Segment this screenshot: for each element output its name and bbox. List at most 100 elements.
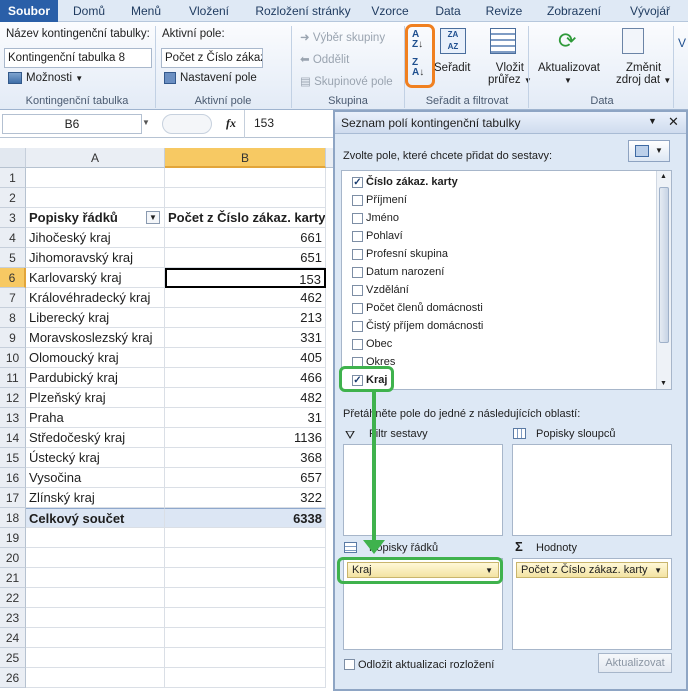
group-selection-button[interactable]: ➜ Výběr skupiny — [300, 30, 385, 44]
pivot-row-value[interactable]: 651 — [165, 248, 326, 268]
pivot-row-value[interactable]: 331 — [165, 328, 326, 348]
pivot-row-value[interactable]: 213 — [165, 308, 326, 328]
pivot-row-value[interactable]: 153 — [165, 268, 326, 288]
row-header[interactable]: 12 — [0, 388, 26, 408]
row-header[interactable]: 1 — [0, 168, 26, 188]
row-header[interactable]: 16 — [0, 468, 26, 488]
chevron-up-icon[interactable]: ▲ — [660, 173, 667, 180]
field-item[interactable]: Počet členů domácnosti — [352, 299, 483, 317]
empty-cell[interactable] — [26, 168, 165, 188]
pivot-row-label[interactable]: Moravskoslezský kraj — [26, 328, 165, 348]
pivot-total-label[interactable]: Celkový součet — [26, 508, 165, 528]
row-header[interactable]: 13 — [0, 408, 26, 428]
sort-az-icon[interactable]: A Z↓ — [412, 30, 423, 50]
pivot-header-values[interactable]: Počet z Číslo zákaz. karty — [165, 208, 326, 228]
tab-developer[interactable]: Vývojář — [622, 0, 678, 22]
pivot-row-label[interactable]: Karlovarský kraj — [26, 268, 165, 288]
field-settings-button[interactable]: Nastavení pole — [164, 72, 257, 84]
sort-za-icon[interactable]: Z A↓ — [412, 58, 424, 78]
checkbox-icon[interactable] — [352, 194, 363, 206]
pivot-row-label[interactable]: Středočeský kraj — [26, 428, 165, 448]
empty-cell[interactable] — [165, 628, 326, 648]
pivot-row-value[interactable]: 482 — [165, 388, 326, 408]
row-header[interactable]: 10 — [0, 348, 26, 368]
slicer-button[interactable]: Vložitprůřez ▼ — [488, 62, 532, 86]
pivot-row-label[interactable]: Praha — [26, 408, 165, 428]
empty-cell[interactable] — [165, 548, 326, 568]
row-header[interactable]: 22 — [0, 588, 26, 608]
select-all-corner[interactable] — [0, 148, 26, 168]
row-header[interactable]: 19 — [0, 528, 26, 548]
filter-area-box[interactable] — [343, 444, 503, 536]
column-header-b[interactable]: B — [165, 148, 326, 168]
ungroup-button[interactable]: ⬅ Oddělit — [300, 52, 349, 66]
pivot-header-rows[interactable]: Popisky řádků ▼ — [26, 208, 165, 228]
empty-cell[interactable] — [26, 608, 165, 628]
pivot-row-label[interactable]: Ústecký kraj — [26, 448, 165, 468]
row-header[interactable]: 15 — [0, 448, 26, 468]
pivot-row-label[interactable]: Liberecký kraj — [26, 308, 165, 328]
empty-cell[interactable] — [165, 528, 326, 548]
active-field-value[interactable]: Počet z Číslo zákaz. — [161, 48, 263, 68]
row-header[interactable]: 4 — [0, 228, 26, 248]
empty-cell[interactable] — [26, 528, 165, 548]
checkbox-icon[interactable] — [352, 284, 363, 296]
tab-data[interactable]: Data — [432, 0, 464, 22]
empty-cell[interactable] — [26, 628, 165, 648]
defer-update-checkbox[interactable]: Odložit aktualizaci rozložení — [344, 657, 494, 671]
row-header[interactable]: 3 — [0, 208, 26, 228]
empty-cell[interactable] — [26, 188, 165, 208]
values-field-item[interactable]: Počet z Číslo zákaz. karty ▼ — [516, 562, 668, 578]
field-item[interactable]: Příjmení — [352, 191, 407, 209]
empty-cell[interactable] — [165, 648, 326, 668]
tab-menu[interactable]: Menů — [126, 0, 166, 22]
chevron-down-icon[interactable]: ▼ — [142, 118, 150, 127]
field-item[interactable]: Vzdělání — [352, 281, 409, 299]
row-header[interactable]: 14 — [0, 428, 26, 448]
field-item[interactable]: Pohlaví — [352, 227, 403, 245]
filter-dropdown-icon[interactable]: ▼ — [146, 211, 160, 224]
empty-cell[interactable] — [26, 648, 165, 668]
pivot-row-label[interactable]: Jihočeský kraj — [26, 228, 165, 248]
checkbox-checked-icon[interactable]: ✓ — [352, 176, 363, 188]
empty-cell[interactable] — [26, 568, 165, 588]
empty-cell[interactable] — [165, 188, 326, 208]
pivot-row-label[interactable]: Olomoucký kraj — [26, 348, 165, 368]
checkbox-icon[interactable] — [352, 338, 363, 350]
tab-insert[interactable]: Vložení — [184, 0, 234, 22]
field-item[interactable]: Čistý příjem domácnosti — [352, 317, 483, 335]
row-header[interactable]: 11 — [0, 368, 26, 388]
name-box[interactable]: B6 — [2, 114, 142, 134]
field-item[interactable]: ✓ Číslo zákaz. karty — [352, 173, 458, 191]
field-item[interactable]: Obec — [352, 335, 392, 353]
field-list-scrollbar[interactable]: ▲ ▼ — [656, 171, 671, 389]
pivot-row-label[interactable]: Vysočina — [26, 468, 165, 488]
tab-formulas[interactable]: Vzorce — [368, 0, 412, 22]
pivot-row-value[interactable]: 368 — [165, 448, 326, 468]
row-header[interactable]: 7 — [0, 288, 26, 308]
pivot-row-label[interactable]: Zlínský kraj — [26, 488, 165, 508]
empty-cell[interactable] — [165, 168, 326, 188]
update-button[interactable]: Aktualizovat — [598, 653, 672, 673]
empty-cell[interactable] — [165, 668, 326, 688]
column-header-a[interactable]: A — [26, 148, 165, 168]
empty-cell[interactable] — [165, 588, 326, 608]
pivot-row-label[interactable]: Plzeňský kraj — [26, 388, 165, 408]
fx-icon[interactable]: fx — [226, 116, 236, 131]
row-header[interactable]: 18 — [0, 508, 26, 528]
row-header[interactable]: 17 — [0, 488, 26, 508]
checkbox-icon[interactable] — [352, 302, 363, 314]
row-header[interactable]: 26 — [0, 668, 26, 688]
row-header[interactable]: 9 — [0, 328, 26, 348]
tab-view[interactable]: Zobrazení — [544, 0, 604, 22]
pivot-row-value[interactable]: 31 — [165, 408, 326, 428]
pivot-row-label[interactable]: Pardubický kraj — [26, 368, 165, 388]
field-item[interactable]: Datum narození — [352, 263, 444, 281]
pivot-row-label[interactable]: Jihomoravský kraj — [26, 248, 165, 268]
empty-cell[interactable] — [165, 608, 326, 628]
pivot-row-label[interactable]: Královéhradecký kraj — [26, 288, 165, 308]
field-item[interactable]: Profesní skupina — [352, 245, 448, 263]
pivot-row-value[interactable]: 657 — [165, 468, 326, 488]
empty-cell[interactable] — [26, 668, 165, 688]
row-header[interactable]: 24 — [0, 628, 26, 648]
